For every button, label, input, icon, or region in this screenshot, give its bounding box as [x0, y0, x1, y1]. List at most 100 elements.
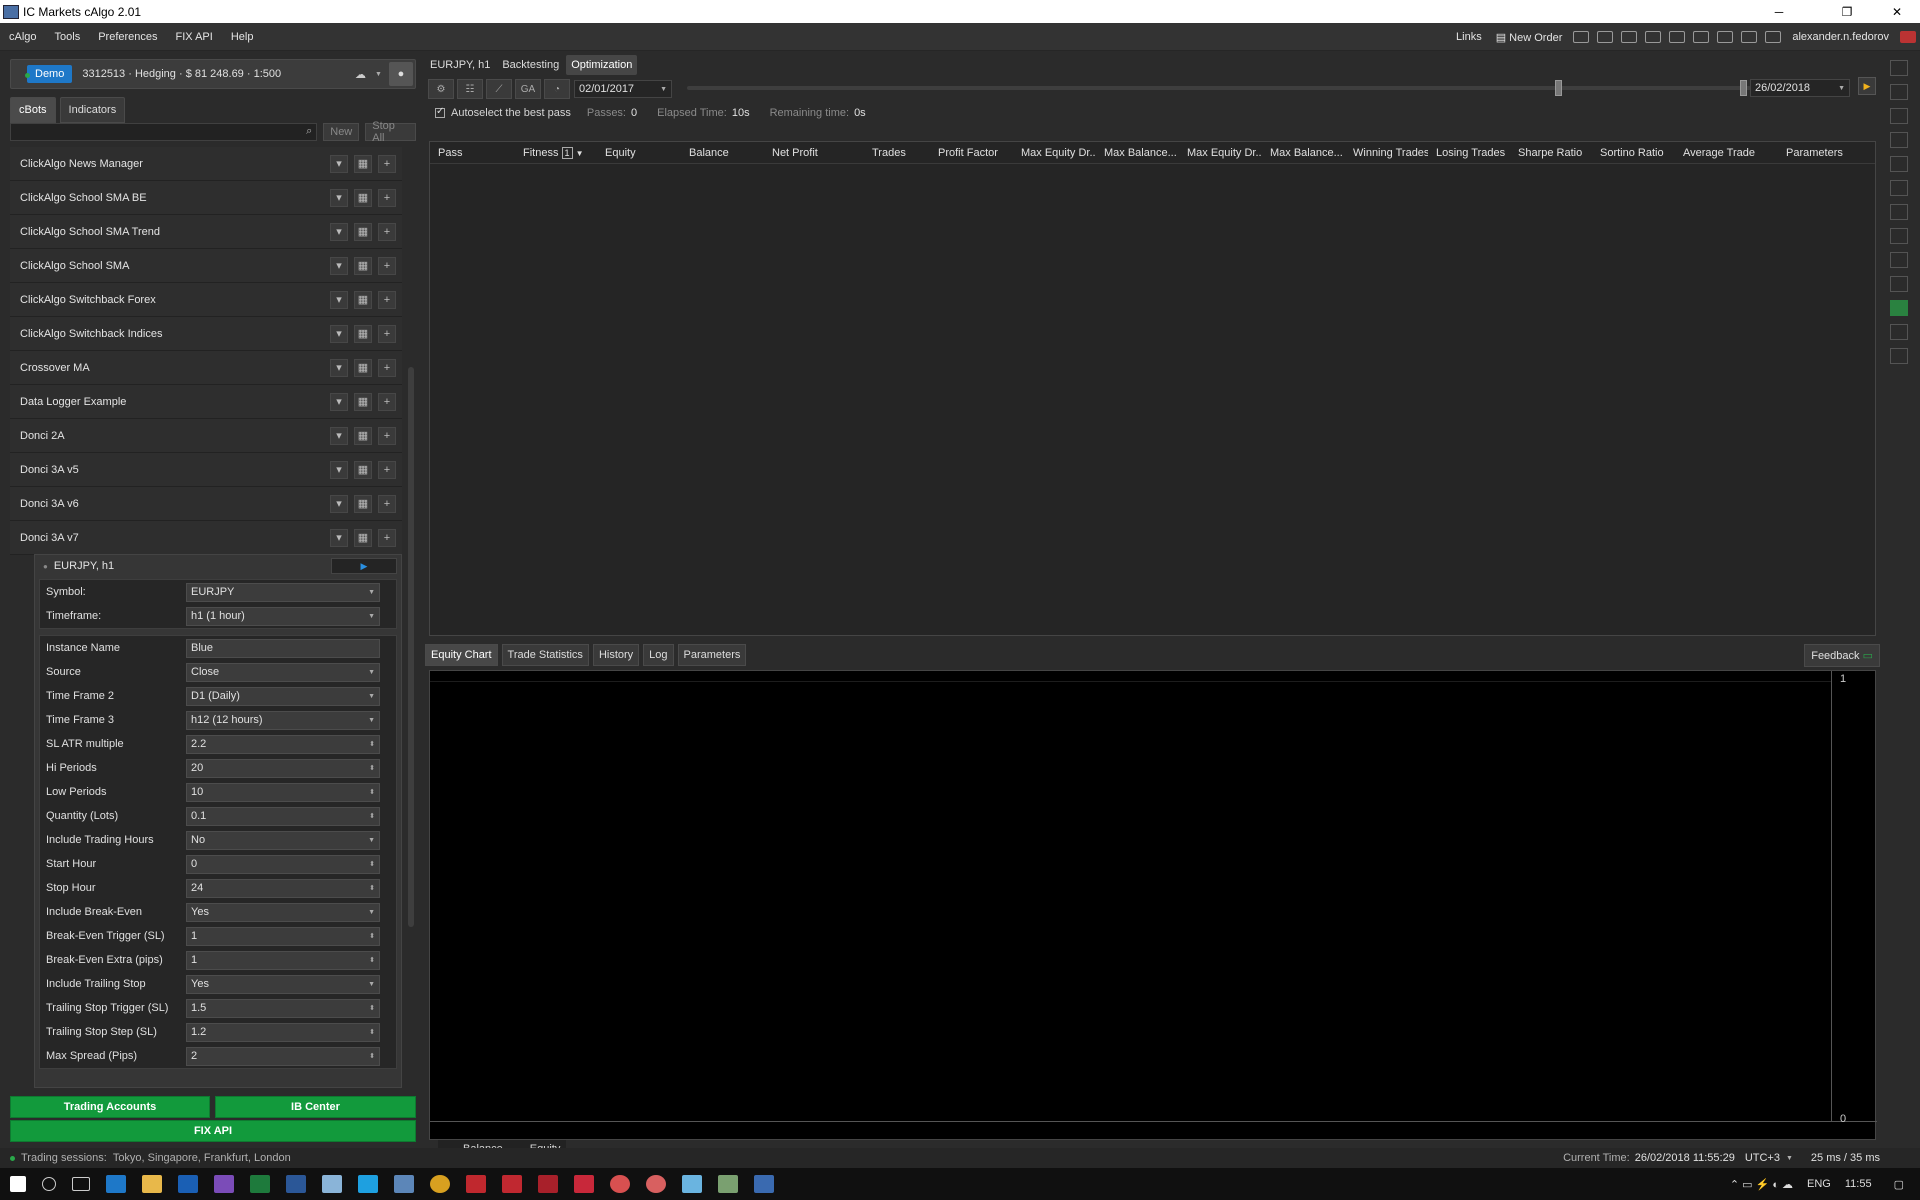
menu-fix-api[interactable]: FIX API: [167, 31, 222, 43]
column-header[interactable]: Profit Factor: [930, 147, 1013, 159]
app-icon[interactable]: [538, 1175, 558, 1193]
build-icon[interactable]: ▦: [354, 392, 372, 411]
sync-icon[interactable]: [1597, 31, 1614, 43]
list-item[interactable]: ClickAlgo School SMA BE ▾ ▦ +: [10, 181, 402, 215]
chevron-down-icon[interactable]: ▾: [330, 290, 348, 309]
chevron-down-icon[interactable]: ▼: [1786, 1155, 1793, 1162]
fix-api-button[interactable]: FIX API: [10, 1120, 416, 1142]
tab-backtesting[interactable]: Backtesting: [497, 55, 564, 75]
param-stepper[interactable]: 1 ⬍: [186, 950, 380, 970]
add-instance-icon[interactable]: +: [378, 358, 396, 377]
column-header[interactable]: Parameters: [1778, 147, 1873, 159]
chevron-down-icon[interactable]: ▾: [330, 222, 348, 241]
instance-header[interactable]: ● EURJPY, h1 ▶: [35, 555, 401, 577]
file-explorer-icon[interactable]: [142, 1175, 162, 1193]
tab-symbol[interactable]: EURJPY, h1: [425, 55, 495, 75]
add-instance-icon[interactable]: +: [378, 222, 396, 241]
tab-trade-statistics[interactable]: Trade Statistics: [501, 644, 589, 666]
column-header[interactable]: Equity: [597, 147, 681, 159]
column-header[interactable]: Balance: [681, 147, 764, 159]
end-date-picker[interactable]: 26/02/2018 ▼: [1750, 79, 1850, 97]
sliders-icon[interactable]: ☷: [457, 79, 483, 99]
param-stepper[interactable]: 1.2 ⬍: [186, 1022, 380, 1042]
search-icon[interactable]: [42, 1177, 56, 1191]
autoselect-checkbox[interactable]: [435, 106, 445, 118]
gear-icon[interactable]: ⚙: [428, 79, 454, 99]
symbol-select[interactable]: EURJPY ▼: [186, 582, 380, 602]
column-header[interactable]: Sharpe Ratio: [1510, 147, 1592, 159]
tab-cbots[interactable]: cBots: [10, 97, 56, 123]
chevron-down-icon[interactable]: ▾: [330, 392, 348, 411]
build-icon[interactable]: ▦: [354, 426, 372, 445]
app-icon[interactable]: [574, 1175, 594, 1193]
account-bar[interactable]: Demo 3312513 · Hedging · $ 81 248.69 · 1…: [10, 59, 416, 89]
slider-handle-start[interactable]: [1555, 80, 1562, 96]
search-input[interactable]: ⌕: [10, 123, 318, 141]
rectangle-icon[interactable]: [1890, 228, 1908, 244]
timeframe-select[interactable]: h1 (1 hour) ▼: [186, 606, 380, 626]
chevron-down-icon[interactable]: ▾: [330, 154, 348, 173]
build-icon[interactable]: ▦: [354, 528, 372, 547]
build-icon[interactable]: ▦: [354, 256, 372, 275]
list-item[interactable]: ClickAlgo News Manager ▾ ▦ +: [10, 147, 402, 181]
scrollbar-thumb[interactable]: [408, 367, 414, 927]
trend-line-icon[interactable]: [1890, 156, 1908, 172]
param-stepper[interactable]: 0.1 ⬍: [186, 806, 380, 826]
add-instance-icon[interactable]: +: [378, 392, 396, 411]
equity-chart[interactable]: 1 0 Balance Equity: [429, 670, 1877, 1158]
cbot-list-scrollbar[interactable]: [407, 147, 415, 1137]
tab-optimization[interactable]: Optimization: [566, 55, 638, 75]
tab-indicators[interactable]: Indicators: [59, 97, 126, 123]
build-icon[interactable]: ▦: [354, 494, 372, 513]
fullscreen-icon[interactable]: [1765, 31, 1782, 43]
start-instance-button[interactable]: ▶: [331, 558, 397, 574]
edge-icon[interactable]: [106, 1175, 126, 1193]
user-icon[interactable]: ●: [389, 62, 413, 86]
skype-icon[interactable]: [358, 1175, 378, 1193]
outlook-icon[interactable]: [178, 1175, 198, 1193]
app-icon[interactable]: [502, 1175, 522, 1193]
list-item[interactable]: Donci 2A ▾ ▦ +: [10, 419, 402, 453]
column-header[interactable]: Losing Trades: [1428, 147, 1510, 159]
excel-icon[interactable]: [250, 1175, 270, 1193]
add-instance-icon[interactable]: +: [378, 256, 396, 275]
app-icon[interactable]: [610, 1175, 630, 1193]
param-select[interactable]: D1 (Daily) ▼: [186, 686, 380, 706]
start-date-picker[interactable]: 02/01/2017 ▼: [574, 80, 672, 98]
list-item[interactable]: ClickAlgo School SMA ▾ ▦ +: [10, 249, 402, 283]
chevron-down-icon[interactable]: ▾: [330, 324, 348, 343]
param-input[interactable]: Blue: [186, 638, 380, 658]
video-icon[interactable]: [1573, 31, 1590, 43]
account-dropdown-icon[interactable]: ▼: [375, 71, 382, 78]
layout-icon[interactable]: [1741, 31, 1758, 43]
crosshair-icon[interactable]: [1890, 84, 1908, 100]
username[interactable]: alexander.n.fedorov: [1785, 31, 1896, 43]
param-select[interactable]: Close ▼: [186, 662, 380, 682]
column-header[interactable]: Trades: [864, 147, 930, 159]
zoom-icon[interactable]: [1890, 108, 1908, 124]
ib-center-button[interactable]: IB Center: [215, 1096, 416, 1118]
date-range-slider[interactable]: [687, 80, 1751, 96]
build-icon[interactable]: ▦: [354, 290, 372, 309]
ellipse-icon[interactable]: [1890, 252, 1908, 268]
add-instance-icon[interactable]: +: [378, 426, 396, 445]
minimize-icon[interactable]: ─: [1756, 0, 1802, 23]
menu-tools[interactable]: Tools: [46, 31, 90, 43]
ray-icon[interactable]: [1890, 180, 1908, 196]
column-header[interactable]: Average Trade: [1675, 147, 1778, 159]
tab-log[interactable]: Log: [643, 644, 674, 666]
list-item[interactable]: Data Logger Example ▾ ▦ +: [10, 385, 402, 419]
column-header[interactable]: Max Balance...: [1262, 147, 1345, 159]
chevron-down-icon[interactable]: ▾: [330, 460, 348, 479]
language-indicator[interactable]: ENG: [1807, 1178, 1831, 1190]
param-stepper[interactable]: 10 ⬍: [186, 782, 380, 802]
word-icon[interactable]: [286, 1175, 306, 1193]
list-item[interactable]: ClickAlgo Switchback Forex ▾ ▦ +: [10, 283, 402, 317]
trading-accounts-button[interactable]: Trading Accounts: [10, 1096, 210, 1118]
param-select[interactable]: No ▼: [186, 830, 380, 850]
list-item[interactable]: ClickAlgo School SMA Trend ▾ ▦ +: [10, 215, 402, 249]
chevron-down-icon[interactable]: ▾: [330, 188, 348, 207]
build-icon[interactable]: ▦: [354, 222, 372, 241]
build-icon[interactable]: ▦: [354, 460, 372, 479]
build-icon[interactable]: ▦: [354, 188, 372, 207]
